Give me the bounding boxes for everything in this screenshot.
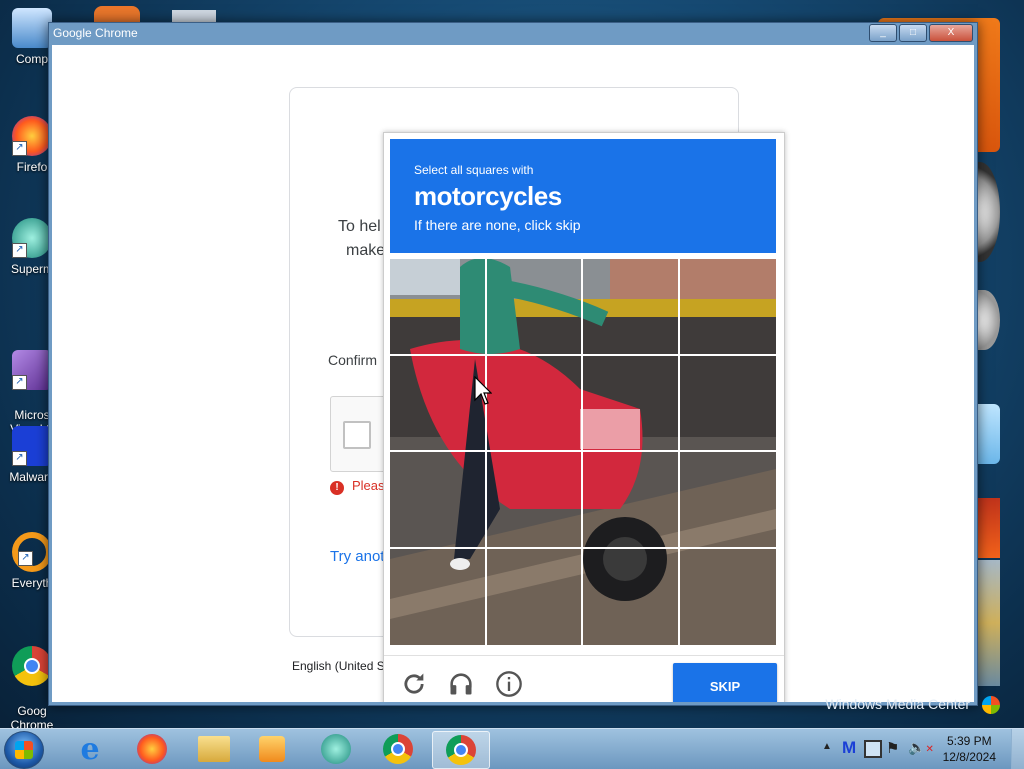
chrome-icon [446, 735, 476, 765]
window-title: Google Chrome [53, 26, 138, 40]
chrome-icon [383, 734, 413, 764]
clock-date: 12/8/2024 [942, 750, 996, 764]
grid-tile[interactable] [486, 452, 583, 549]
desktop-icon-label: Firefo [16, 160, 48, 174]
card-text: To hel [338, 218, 381, 235]
supermium-icon: ↗ [12, 218, 52, 258]
slideshow-gadget[interactable] [976, 498, 1000, 558]
media-player-icon [259, 736, 285, 762]
grid-tile[interactable] [390, 548, 487, 645]
show-hidden-icons[interactable]: ▲ [822, 741, 832, 752]
grid-tile[interactable] [583, 452, 680, 549]
feed-gadget[interactable] [976, 560, 1000, 686]
chrome-window[interactable]: Google Chrome _ □ X To hel make Confirm … [48, 22, 978, 706]
target-object: motorcycles [414, 181, 562, 211]
taskbar: e ▲ M ⚑ 🔈✕ 5:39 PM 12/8/2024 [0, 728, 1024, 769]
taskbar-internet-explorer[interactable]: e [64, 731, 116, 767]
internet-explorer-icon: e [80, 731, 100, 767]
mouse-cursor-icon [474, 376, 492, 405]
taskbar-media-player[interactable] [246, 731, 298, 767]
desktop-icon-label: Everyth [11, 576, 53, 590]
card-text: make [346, 242, 386, 259]
firefox-icon [137, 734, 167, 764]
image-grid [390, 259, 776, 645]
grid-tile[interactable] [680, 549, 777, 646]
reload-icon[interactable] [400, 670, 428, 698]
error-text: Pleas [352, 478, 385, 493]
everything-icon: ↗ [12, 532, 52, 572]
show-desktop-button[interactable] [1011, 729, 1024, 769]
grid-tile[interactable] [679, 259, 776, 356]
try-another-way-link[interactable]: Try anot [330, 548, 384, 565]
firefox-icon: ↗ [12, 116, 52, 156]
challenge-header: Select all squares with motorcycles If t… [390, 139, 776, 253]
close-button[interactable]: X [929, 24, 973, 42]
volume-muted-icon[interactable]: 🔈✕ [908, 739, 934, 756]
skip-button[interactable]: SKIP [673, 663, 777, 702]
taskbar-supermium[interactable] [310, 731, 362, 767]
windows-logo-icon [15, 741, 33, 759]
error-icon: ! [330, 481, 344, 495]
visual-studio-icon: ↗ [12, 350, 52, 390]
grid-tile[interactable] [679, 452, 776, 549]
windows-logo-icon [982, 696, 1000, 715]
grid-tile[interactable] [486, 259, 583, 356]
taskbar-chrome[interactable] [372, 731, 424, 767]
maximize-button[interactable]: □ [899, 24, 927, 42]
grid-tile[interactable] [486, 355, 583, 452]
info-icon[interactable] [495, 670, 523, 698]
recaptcha-checkbox[interactable] [343, 421, 371, 449]
computer-icon [12, 8, 52, 48]
tile-grid [390, 259, 776, 645]
language-selector[interactable]: English (United S [292, 659, 385, 673]
grid-tile[interactable] [583, 355, 680, 452]
malwarebytes-icon[interactable]: M [842, 738, 856, 758]
system-tray: ▲ M ⚑ 🔈✕ 5:39 PM 12/8/2024 [814, 729, 1024, 769]
desktop-icon-label: Superm [10, 262, 54, 276]
clock-time: 5:39 PM [946, 734, 992, 748]
grid-tile[interactable] [583, 548, 680, 645]
media-center-label: Windows Media Center [825, 696, 971, 712]
audio-headphones-icon[interactable] [447, 670, 475, 698]
taskbar-chrome-active[interactable] [432, 731, 490, 769]
instruction-subtext: If there are none, click skip [414, 217, 581, 233]
network-icon[interactable] [864, 740, 882, 758]
grid-tile[interactable] [583, 259, 680, 356]
chrome-icon [12, 646, 52, 686]
start-button[interactable] [4, 731, 44, 769]
file-explorer-icon [198, 736, 230, 762]
grid-tile[interactable] [390, 452, 487, 549]
error-message: ! Pleas [330, 478, 385, 495]
grid-tile[interactable] [679, 356, 776, 452]
taskbar-firefox[interactable] [126, 731, 178, 767]
malwarebytes-icon: ↗ [12, 426, 52, 466]
challenge-footer: SKIP [384, 655, 784, 702]
taskbar-file-explorer[interactable] [188, 731, 240, 767]
instruction-text: Select all squares with [414, 163, 534, 177]
confirm-label: Confirm [328, 352, 378, 368]
action-center-flag-icon[interactable]: ⚑ [886, 739, 899, 757]
browser-content: To hel make Confirm ! Pleas Try anot Engl… [52, 45, 974, 702]
grid-tile[interactable] [390, 355, 487, 452]
desktop-icon-label: Comp [15, 52, 48, 66]
system-clock[interactable]: 5:39 PM 12/8/2024 [943, 733, 996, 765]
grid-tile[interactable] [487, 548, 583, 645]
recaptcha-challenge: Select all squares with motorcycles If t… [383, 132, 785, 702]
minimize-button[interactable]: _ [869, 24, 897, 42]
supermium-icon [321, 734, 351, 764]
grid-tile[interactable] [390, 259, 487, 356]
media-center-banner[interactable]: Windows Media Center [770, 696, 1000, 720]
